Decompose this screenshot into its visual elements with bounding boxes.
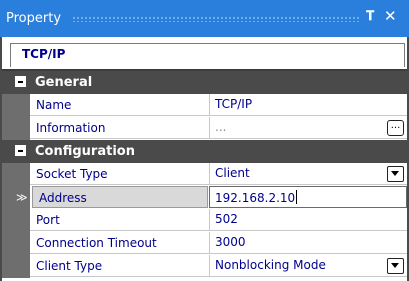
close-icon[interactable]: ✕ xyxy=(384,7,397,25)
property-row-port[interactable]: Port 502 xyxy=(2,209,407,232)
text-caret xyxy=(296,190,298,204)
property-value-client-type[interactable]: Nonblocking Mode xyxy=(209,255,407,277)
property-name: Name xyxy=(30,94,209,116)
category-label: Configuration xyxy=(35,144,135,159)
property-row-address[interactable]: ≫ Address 192.168.2.10 xyxy=(2,186,407,209)
row-gutter xyxy=(2,163,30,186)
selected-row-icon: ≫ xyxy=(16,191,28,204)
property-value-name[interactable]: TCP/IP xyxy=(209,94,407,116)
property-value-socket-type[interactable]: Client xyxy=(209,163,407,185)
row-gutter xyxy=(2,255,30,278)
titlebar-grip[interactable] xyxy=(72,16,359,22)
property-name: Address xyxy=(32,186,208,208)
property-row-socket-type[interactable]: Socket Type Client xyxy=(2,163,407,186)
collapse-icon[interactable] xyxy=(15,76,26,87)
object-selector[interactable] xyxy=(10,43,405,67)
property-value-port[interactable]: 502 xyxy=(209,209,407,231)
pin-icon[interactable]: 𝐓 xyxy=(366,9,374,24)
row-gutter xyxy=(2,209,30,232)
property-row-name[interactable]: Name TCP/IP xyxy=(2,94,407,117)
dropdown-arrow-icon[interactable] xyxy=(387,166,404,182)
property-name: Connection Timeout xyxy=(30,232,209,254)
property-value-information[interactable]: ... xyxy=(209,117,407,139)
row-gutter xyxy=(2,117,30,140)
property-value-connection-timeout[interactable]: 3000 xyxy=(209,232,407,254)
property-row-client-type[interactable]: Client Type Nonblocking Mode xyxy=(2,255,407,278)
row-gutter: ≫ xyxy=(2,186,30,209)
property-row-connection-timeout[interactable]: Connection Timeout 3000 xyxy=(2,232,407,255)
category-configuration[interactable]: Configuration xyxy=(2,140,407,163)
property-grid-panel: TCP/IP General Name TCP/IP Information .… xyxy=(0,37,409,281)
address-input[interactable]: 192.168.2.10 xyxy=(209,186,407,208)
property-name: Client Type xyxy=(30,255,209,277)
address-input-text: 192.168.2.10 xyxy=(215,191,296,205)
property-row-information[interactable]: Information ... ... xyxy=(2,117,407,140)
ellipsis-button[interactable]: ... xyxy=(387,120,404,136)
category-label: General xyxy=(35,75,93,90)
property-name: Port xyxy=(30,209,209,231)
property-name: Socket Type xyxy=(30,163,209,185)
property-window-titlebar: Property 𝐓 ✕ xyxy=(0,0,409,37)
category-general[interactable]: General xyxy=(2,71,407,94)
collapse-icon[interactable] xyxy=(15,145,26,156)
row-gutter xyxy=(2,232,30,255)
window-title: Property xyxy=(6,11,62,26)
row-gutter xyxy=(2,94,30,117)
dropdown-arrow-icon[interactable] xyxy=(387,258,404,274)
object-name: TCP/IP xyxy=(22,47,66,61)
object-header: TCP/IP xyxy=(2,37,407,71)
property-name: Information xyxy=(30,117,209,139)
